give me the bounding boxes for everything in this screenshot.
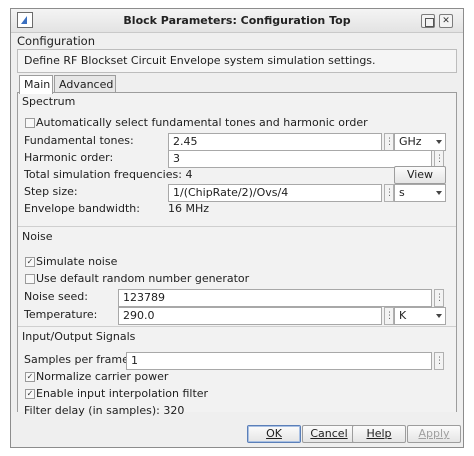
ok-button-label: OK [266,427,282,440]
tab-advanced[interactable]: Advanced [54,75,116,93]
step-size-dialog-button[interactable]: ⋮ [384,184,394,202]
samples-per-frame-input[interactable]: 1 [126,352,432,370]
tab-main[interactable]: Main [19,75,53,94]
noise-seed-input[interactable]: 123789 [118,289,432,307]
chevron-down-icon [436,140,442,144]
ok-button[interactable]: OK [247,425,301,443]
normalize-power-label: Normalize carrier power [36,370,169,383]
checkmark-icon: ✓ [26,389,34,398]
title-bar[interactable]: Block Parameters: Configuration Top ✕ [11,9,463,33]
default-rng-checkbox[interactable] [25,274,35,284]
interpolation-filter-checkbox[interactable]: ✓ [25,389,35,399]
chevron-down-icon [436,314,442,318]
envelope-bandwidth-value: 16 MHz [168,202,210,215]
temperature-dialog-button[interactable]: ⋮ [384,307,394,325]
harmonic-order-input[interactable]: 3 [168,150,432,168]
harmonic-order-label: Harmonic order: [24,151,114,164]
noise-seed-label: Noise seed: [24,290,88,303]
samples-per-frame-label: Samples per frame: [24,353,133,366]
temperature-unit-select[interactable]: K [394,307,446,325]
io-signals-header: Input/Output Signals [22,330,136,343]
temperature-label: Temperature: [24,308,98,321]
fund-tones-input[interactable]: 2.45 [168,133,382,151]
cancel-button-label: Cancel [310,427,348,440]
spectrum-body: Automatically select fundamental tones a… [18,110,456,226]
step-size-label: Step size: [24,185,78,198]
noise-header: Noise [22,230,53,243]
cancel-button[interactable]: Cancel [302,425,356,443]
main-tab-panel: Spectrum Automatically select fundamenta… [17,92,457,417]
simulate-noise-label: Simulate noise [36,255,118,268]
noise-section: Noise ✓ Simulate noise Use default rando… [18,226,456,326]
normalize-power-checkbox[interactable]: ✓ [25,372,35,382]
interpolation-filter-label: Enable input interpolation filter [36,387,209,400]
simulate-noise-checkbox[interactable]: ✓ [25,257,35,267]
apply-button-label: Apply [418,427,450,440]
view-button[interactable]: View [394,166,446,184]
block-parameters-dialog: Block Parameters: Configuration Top ✕ Co… [10,8,464,448]
fund-tones-unit-select[interactable]: GHz [394,133,446,151]
step-size-input[interactable]: 1/(ChipRate/2)/Ovs/4 [168,184,382,202]
envelope-bandwidth-label: Envelope bandwidth: [24,202,140,215]
noise-seed-dialog-button[interactable]: ⋮ [434,289,444,307]
filter-delay-text: Filter delay (in samples): 320 [24,404,185,417]
checkmark-icon: ✓ [26,257,34,266]
block-description: Define RF Blockset Circuit Envelope syst… [17,49,457,73]
window-title: Block Parameters: Configuration Top [123,14,351,27]
temperature-input[interactable]: 290.0 [118,307,382,325]
close-icon[interactable]: ✕ [439,14,453,28]
step-size-unit-value: s [399,186,405,199]
help-button[interactable]: Help [352,425,406,443]
temperature-unit-value: K [399,309,407,322]
auto-select-label: Automatically select fundamental tones a… [36,116,368,129]
default-rng-label: Use default random number generator [36,272,250,285]
maximize-icon[interactable] [421,14,435,28]
io-signals-section: Input/Output Signals Samples per frame: … [18,326,456,417]
help-button-label: Help [366,427,392,440]
fund-tones-dialog-button[interactable]: ⋮ [384,133,394,151]
checkmark-icon: ✓ [26,372,34,381]
spectrum-header: Spectrum [22,95,76,108]
apply-button[interactable]: Apply [407,425,461,443]
chevron-down-icon [436,191,442,195]
fund-tones-label: Fundamental tones: [24,134,134,147]
fund-tones-unit-value: GHz [399,135,422,148]
auto-select-checkbox[interactable] [25,118,35,128]
step-size-unit-select[interactable]: s [394,184,446,202]
configuration-group-title: Configuration [17,34,95,48]
samples-per-frame-dialog-button[interactable]: ⋮ [434,352,444,370]
total-frequencies-text: Total simulation frequencies: 4 [24,168,193,181]
